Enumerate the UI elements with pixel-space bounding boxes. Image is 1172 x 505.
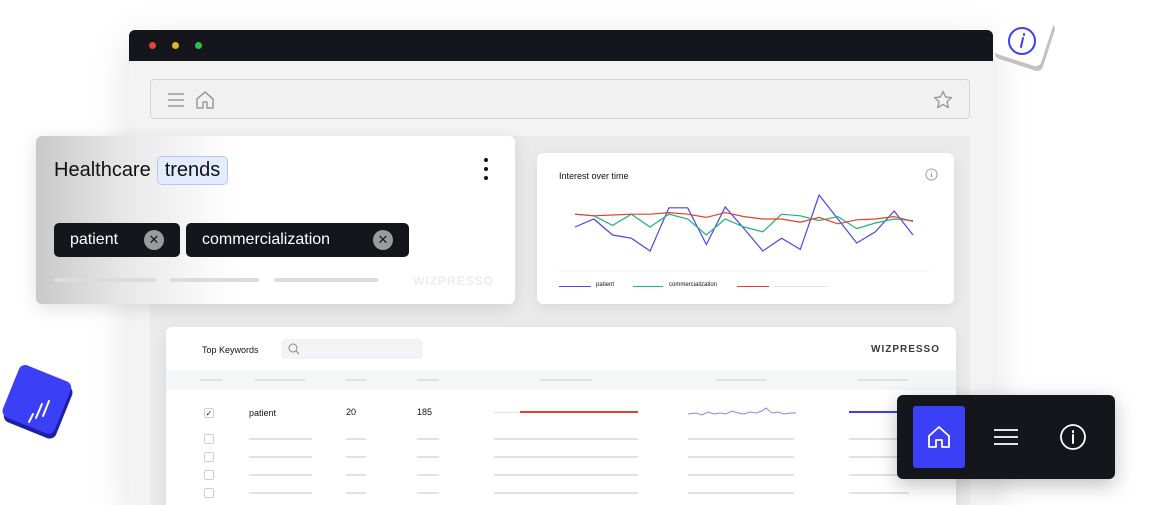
cell-placeholder: [417, 456, 439, 458]
keywords-title: Top Keywords: [202, 345, 259, 355]
cell-placeholder: [346, 438, 366, 440]
maximize-dot[interactable]: [195, 42, 202, 49]
row-checkbox[interactable]: ✓: [204, 408, 214, 418]
info-icon: [1060, 424, 1086, 450]
header-placeholder: [346, 379, 366, 381]
header-placeholder: [417, 379, 439, 381]
cell-placeholder: [494, 456, 638, 458]
address-bar[interactable]: [150, 79, 970, 119]
cell-placeholder: [346, 456, 366, 458]
cell-placeholder: [417, 474, 439, 476]
menu-icon: [994, 429, 1018, 445]
legend-placeholder: [774, 286, 829, 287]
row-checkbox[interactable]: [204, 470, 214, 480]
cell-placeholder: [249, 438, 312, 440]
series-line-2: [574, 213, 914, 236]
interest-line-chart: [559, 193, 929, 272]
menu-icon[interactable]: [166, 90, 186, 110]
row-checkbox[interactable]: [204, 452, 214, 462]
cell-placeholder: [849, 492, 909, 494]
minimize-dot[interactable]: [172, 42, 179, 49]
cell-placeholder: [494, 474, 638, 476]
title-badge: trends: [156, 156, 229, 185]
cell-placeholder: [417, 492, 439, 494]
cell-placeholder: [346, 492, 366, 494]
cell-placeholder: [688, 438, 794, 440]
star-icon[interactable]: [933, 90, 953, 110]
table-header: [166, 370, 956, 390]
legend-label: patient: [596, 282, 615, 288]
watermark-logo: WIZPRESSO: [413, 274, 495, 288]
header-placeholder: [716, 379, 766, 381]
chart-title: Interest over time: [559, 171, 629, 181]
keyword-cell: patient: [249, 408, 277, 418]
home-icon[interactable]: [195, 90, 215, 110]
cell-placeholder: [688, 492, 794, 494]
series-line-1: [574, 193, 914, 252]
remove-chip-icon[interactable]: ✕: [144, 230, 164, 250]
info-icon[interactable]: [925, 168, 938, 181]
more-options-icon[interactable]: [483, 158, 489, 180]
chip-patient: patient ✕: [54, 223, 180, 257]
info-badge-icon[interactable]: [988, 4, 1062, 78]
healthcare-trends-card: Healthcare trends patient ✕ commercializ…: [36, 136, 515, 304]
floating-toolbar: [897, 395, 1115, 479]
title-text: Healthcare: [54, 159, 151, 181]
cell-placeholder: [346, 474, 366, 476]
menu-button[interactable]: [980, 406, 1032, 468]
card-title: Healthcare trends: [54, 156, 229, 185]
cell-placeholder: [417, 438, 439, 440]
cell-placeholder: [249, 492, 312, 494]
home-icon: [928, 426, 950, 448]
chip-commercialization: commercialization ✕: [186, 223, 409, 257]
header-placeholder: [858, 379, 908, 381]
header-placeholder: [540, 379, 592, 381]
row-checkbox[interactable]: [204, 488, 214, 498]
top-keywords-card: Top Keywords WIZPRESSO ✓ patient 20 185: [166, 327, 956, 505]
placeholder-bar: [170, 278, 259, 282]
chip-label: commercialization: [202, 231, 331, 248]
row-checkbox[interactable]: [204, 434, 214, 444]
cell-placeholder: [249, 456, 312, 458]
search-icon: [288, 343, 300, 355]
cell-placeholder: [494, 438, 638, 440]
cell-placeholder: [688, 474, 794, 476]
cell-placeholder: [249, 474, 312, 476]
cell-placeholder: [494, 492, 638, 494]
chip-label: patient: [70, 231, 119, 248]
sparkline: [688, 407, 796, 416]
cell-placeholder: [688, 456, 794, 458]
legend-label: commercialization: [669, 282, 718, 288]
placeholder-bar: [54, 278, 156, 282]
keyword-search-input[interactable]: [281, 339, 423, 359]
header-placeholder: [255, 379, 305, 381]
trend-placeholder: [494, 412, 520, 413]
header-placeholder: [200, 379, 222, 381]
interest-over-time-card: Interest over time patient commercializa…: [537, 153, 954, 304]
home-button[interactable]: [913, 406, 965, 468]
legend-swatch: [633, 286, 663, 287]
placeholder-bar: [274, 278, 378, 282]
count-cell: 20: [346, 407, 357, 417]
wizpresso-logo-icon: [2, 365, 73, 439]
browser-titlebar: [129, 30, 993, 61]
legend-swatch: [737, 286, 769, 287]
chart-legend: patient commercialization: [559, 281, 929, 293]
volume-cell: 185: [417, 407, 433, 417]
legend-swatch: [559, 286, 591, 287]
watermark-logo: WIZPRESSO: [871, 344, 941, 355]
remove-chip-icon[interactable]: ✕: [373, 230, 393, 250]
trend-bar: [520, 411, 638, 413]
close-dot[interactable]: [149, 42, 156, 49]
info-button[interactable]: [1047, 406, 1099, 468]
